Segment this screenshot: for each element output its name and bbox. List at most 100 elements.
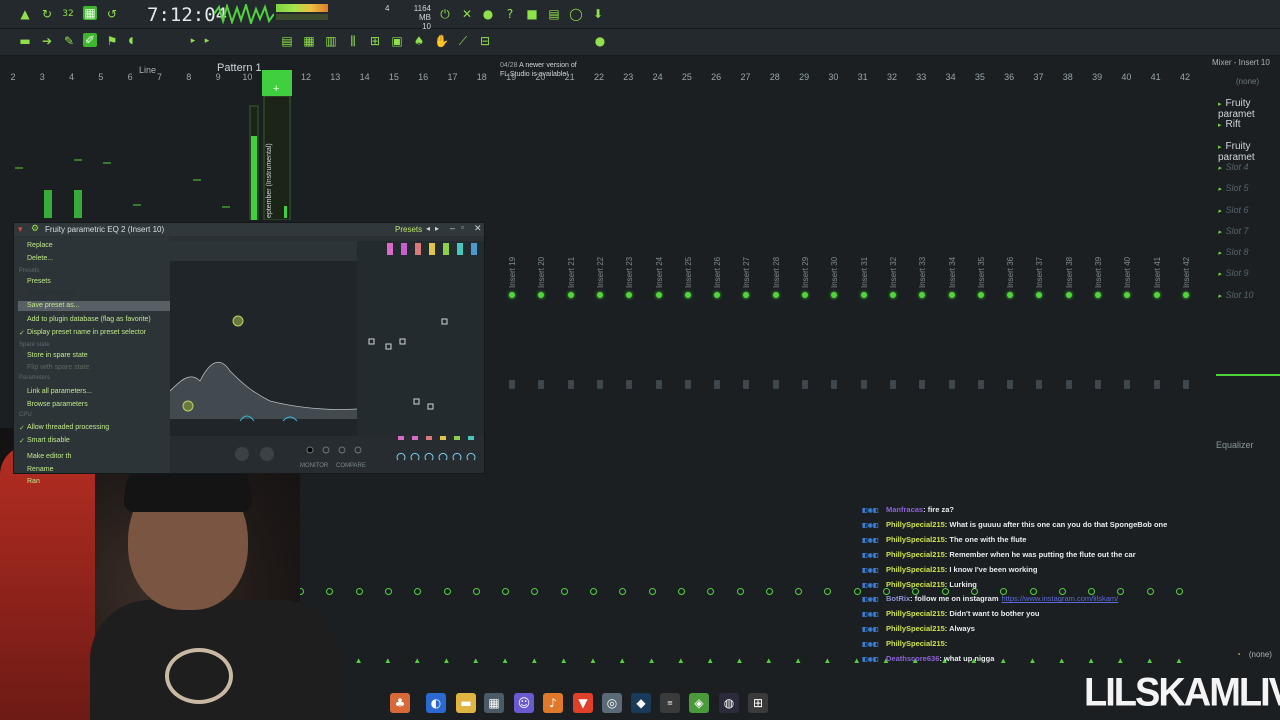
mixer-insert-label[interactable]: Insert 38 <box>1065 257 1074 288</box>
mixer-route-arrow-icon[interactable]: ▲ <box>677 656 685 665</box>
edge-icon[interactable]: ◐ <box>426 693 446 713</box>
monitor-label[interactable]: MONITOR <box>300 463 328 469</box>
calculator-icon[interactable]: ▦ <box>484 693 504 713</box>
pattern-arrow-icon[interactable]: ▸ <box>200 34 214 48</box>
mixer-fader[interactable] <box>1065 380 1072 389</box>
link-icon[interactable]: ⟋ <box>456 34 470 48</box>
fl-studio-icon[interactable]: ♪ <box>543 693 563 713</box>
effect-slot[interactable]: ▸ Fruity paramet <box>1218 98 1280 120</box>
effect-slot[interactable]: ▸ Slot 5 <box>1218 183 1280 203</box>
piano-roll-icon[interactable]: ▦ <box>302 34 316 48</box>
menu-item[interactable]: Delete... <box>27 255 53 262</box>
stack-icon[interactable]: ◈ <box>689 693 709 713</box>
mixer-fader[interactable] <box>1124 380 1131 389</box>
mixer-route-arrow-icon[interactable]: ▲ <box>501 656 509 665</box>
mixer-route-arrow-icon[interactable]: ▲ <box>560 656 568 665</box>
minimize-icon[interactable]: – <box>450 223 455 233</box>
menu-item[interactable]: Store in spare state <box>27 352 88 359</box>
mixer-route-arrow-icon[interactable]: ▲ <box>853 656 861 665</box>
ableton-icon[interactable]: ◍ <box>719 693 739 713</box>
mixer-insert-label[interactable]: Insert 35 <box>977 257 986 288</box>
menu-item[interactable]: Replace <box>27 242 53 249</box>
mixer-output-selector[interactable]: ◔ (none) <box>1236 650 1272 659</box>
mixer-route-knob[interactable] <box>795 588 803 595</box>
app2-icon[interactable]: ⊞ <box>748 693 768 713</box>
mixer-route-knob[interactable] <box>355 588 363 595</box>
mixer-fader[interactable] <box>509 380 515 389</box>
menu-item[interactable]: Make editor th <box>27 453 71 460</box>
plugin-icon[interactable]: ♠ <box>412 34 426 48</box>
close-icon[interactable]: ✕ <box>474 223 482 234</box>
mixer-insert-label[interactable]: Insert 20 <box>537 257 546 288</box>
mixer-fader[interactable] <box>684 380 691 389</box>
mixer-route-knob[interactable] <box>619 588 627 595</box>
mixer-mute-led[interactable] <box>596 292 603 298</box>
mixer-route-knob[interactable] <box>443 588 451 595</box>
effect-slot[interactable]: ▸ Slot 6 <box>1218 205 1280 225</box>
steam-icon[interactable]: ◆ <box>631 693 651 713</box>
online-icon[interactable]: ● <box>593 34 607 48</box>
pencil-icon[interactable]: ✎ <box>62 34 76 48</box>
mixer-fader[interactable] <box>538 380 545 389</box>
timeline-ruler[interactable]: 2345678910111213141516171819202122232425… <box>0 69 1210 85</box>
prev-preset-icon[interactable]: ◂ <box>426 224 430 233</box>
mixer-fader[interactable] <box>626 380 633 389</box>
mixer-insert-label[interactable]: Insert 41 <box>1153 257 1162 288</box>
mixer-mute-led[interactable] <box>831 292 838 298</box>
mixer-insert-label[interactable]: Insert 25 <box>684 257 693 288</box>
mixer-mute-led[interactable] <box>538 292 545 298</box>
app-icon[interactable]: ≡ <box>660 693 680 713</box>
mixer-mute-led[interactable] <box>1007 292 1014 298</box>
file-explorer-icon[interactable]: ▬ <box>456 693 476 713</box>
mixer-fader[interactable] <box>831 380 838 389</box>
mixer-fader[interactable] <box>919 380 926 389</box>
mixer-icon[interactable]: ⫼ <box>346 34 360 48</box>
mixer-mute-led[interactable] <box>889 292 896 298</box>
compare-label[interactable]: COMPARE <box>336 463 366 469</box>
effect-slot[interactable]: ▸ Rift <box>1218 119 1280 139</box>
effect-slot[interactable]: ▸ Slot 4 <box>1218 162 1280 182</box>
mixer-route-arrow-icon[interactable]: ▲ <box>530 656 538 665</box>
mixer-route-knob[interactable] <box>560 588 568 595</box>
menu-item[interactable]: Ran <box>27 478 40 485</box>
mixer-fader[interactable] <box>1007 380 1014 389</box>
mixer-route-knob[interactable] <box>648 588 656 595</box>
menu-item[interactable]: Smart disable <box>19 437 70 445</box>
plugin-menu-arrow-icon[interactable]: ▾ <box>18 224 23 235</box>
mixer-fader[interactable] <box>948 380 955 389</box>
mixer-route-arrow-icon[interactable]: ▲ <box>443 656 451 665</box>
menu-item[interactable]: Browse parameters <box>27 401 88 408</box>
mixer-route-arrow-icon[interactable]: ▲ <box>384 656 392 665</box>
mixer-route-knob[interactable] <box>677 588 685 595</box>
mixer-mute-led[interactable] <box>1182 292 1189 298</box>
mixer-insert-label[interactable]: Insert 26 <box>713 257 722 288</box>
paint-icon[interactable]: ✐ <box>83 33 97 47</box>
mixer-fader[interactable] <box>860 380 867 389</box>
cart-icon[interactable]: ⊟ <box>478 34 492 48</box>
mixer-insert-label[interactable]: Insert 30 <box>830 257 839 288</box>
mixer-insert-label[interactable]: Insert 21 <box>567 257 576 288</box>
browser-icon[interactable]: ▬ <box>18 34 32 48</box>
snap-magnet-icon[interactable]: ◖ <box>124 34 138 48</box>
playlist-icon[interactable]: ▤ <box>280 34 294 48</box>
panic-icon[interactable]: ✕ <box>460 7 474 21</box>
mixer-fader[interactable] <box>743 380 750 389</box>
mixer-route-arrow-icon[interactable]: ▲ <box>794 656 802 665</box>
mixer-fader[interactable] <box>655 380 662 389</box>
mixer-fader[interactable] <box>772 380 779 389</box>
blend-notes-icon[interactable]: ▦ <box>83 6 97 20</box>
mixer-mute-led[interactable] <box>714 292 721 298</box>
mixer-route-knob[interactable] <box>502 588 510 595</box>
mixer-route-arrow-icon[interactable]: ▲ <box>589 656 597 665</box>
menu-item[interactable]: Rename <box>27 466 53 473</box>
mixer-route-knob[interactable] <box>472 588 480 595</box>
mixer-route-arrow-icon[interactable]: ▲ <box>765 656 773 665</box>
mixer-route-arrow-icon[interactable]: ▲ <box>736 656 744 665</box>
mixer-mute-led[interactable] <box>1153 292 1160 298</box>
obs-icon[interactable]: ◎ <box>602 693 622 713</box>
wait-for-input-icon[interactable]: ↻ <box>40 7 54 21</box>
effect-slot[interactable]: ▸ Slot 8 <box>1218 247 1280 267</box>
mixer-route-arrow-icon[interactable]: ▲ <box>706 656 714 665</box>
mixer-route-knob[interactable] <box>531 588 539 595</box>
mixer-fader[interactable] <box>977 380 984 389</box>
